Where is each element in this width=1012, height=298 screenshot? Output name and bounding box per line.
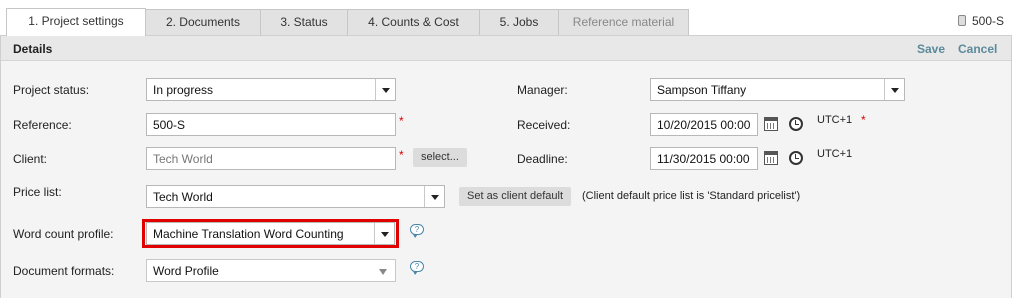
project-status-select[interactable]: In progress (146, 78, 396, 101)
help-icon[interactable]: ? (410, 261, 424, 275)
project-id-indicator: 500-S (957, 14, 1004, 28)
tab-jobs[interactable]: 5. Jobs (479, 9, 559, 36)
client-label: Client: (13, 152, 48, 166)
deadline-label: Deadline: (517, 152, 568, 166)
calendar-icon[interactable] (764, 151, 778, 165)
project-status-label: Project status: (13, 83, 90, 97)
received-required-mark: * (861, 113, 866, 127)
panel-title: Details (13, 42, 53, 56)
deadline-value: 11/30/2015 00:00 (657, 152, 750, 166)
set-client-default-button[interactable]: Set as client default (459, 187, 572, 206)
client-default-note: (Client default price list is 'Standard … (582, 190, 801, 202)
chevron-down-icon[interactable] (374, 223, 394, 244)
help-icon[interactable]: ? (410, 224, 424, 238)
project-id: 500-S (971, 14, 1004, 28)
project-status-value: In progress (153, 83, 214, 97)
word-count-profile-value: Machine Translation Word Counting (153, 227, 344, 241)
reference-input[interactable]: 500-S (146, 113, 396, 136)
reference-label: Reference: (13, 118, 72, 132)
received-timezone: UTC+1 (817, 114, 853, 126)
client-select-button[interactable]: select... (413, 148, 467, 167)
manager-label: Manager: (517, 83, 568, 97)
tab-project-settings[interactable]: 1. Project settings (6, 8, 146, 36)
price-list-label: Price list: (13, 185, 62, 199)
tab-documents[interactable]: 2. Documents (145, 9, 261, 36)
tab-status[interactable]: 3. Status (260, 9, 348, 36)
panel-header: Details Save Cancel (1, 36, 1011, 61)
tab-reference-material: Reference material (558, 9, 689, 36)
word-count-profile-select[interactable]: Machine Translation Word Counting (146, 222, 395, 245)
reference-value: 500-S (153, 118, 186, 132)
chevron-down-icon[interactable] (884, 79, 904, 100)
chevron-down-icon[interactable] (375, 79, 395, 100)
chevron-down-icon[interactable] (379, 269, 387, 275)
client-input[interactable]: Tech World (146, 147, 396, 170)
received-value: 10/20/2015 00:00 (657, 118, 751, 132)
client-placeholder: Tech World (153, 152, 213, 166)
chevron-down-icon[interactable] (424, 186, 444, 207)
manager-value: Sampson Tiffany (657, 83, 747, 97)
received-label: Received: (517, 118, 571, 132)
cancel-button[interactable]: Cancel (958, 42, 997, 56)
clock-icon[interactable] (789, 151, 803, 165)
document-formats-value: Word Profile (153, 264, 219, 278)
reference-required-mark: * (399, 114, 404, 128)
details-panel: Details Save Cancel Project status: In p… (0, 35, 1012, 298)
tab-bar: 1. Project settings 2. Documents 3. Stat… (0, 0, 1012, 36)
manager-select[interactable]: Sampson Tiffany (650, 78, 905, 101)
save-button[interactable]: Save (917, 42, 945, 56)
price-list-select[interactable]: Tech World (146, 185, 445, 208)
document-formats-select[interactable]: Word Profile (146, 259, 396, 282)
word-count-profile-label: Word count profile: (13, 227, 114, 241)
price-list-value: Tech World (153, 190, 213, 204)
received-input[interactable]: 10/20/2015 00:00 (650, 113, 758, 136)
deadline-timezone: UTC+1 (817, 148, 853, 160)
client-required-mark: * (399, 148, 404, 162)
deadline-input[interactable]: 11/30/2015 00:00 (650, 147, 758, 170)
tab-counts-cost[interactable]: 4. Counts & Cost (347, 9, 480, 36)
document-icon (957, 15, 966, 26)
clock-icon[interactable] (789, 117, 803, 131)
document-formats-label: Document formats: (13, 264, 115, 278)
calendar-icon[interactable] (764, 117, 778, 131)
